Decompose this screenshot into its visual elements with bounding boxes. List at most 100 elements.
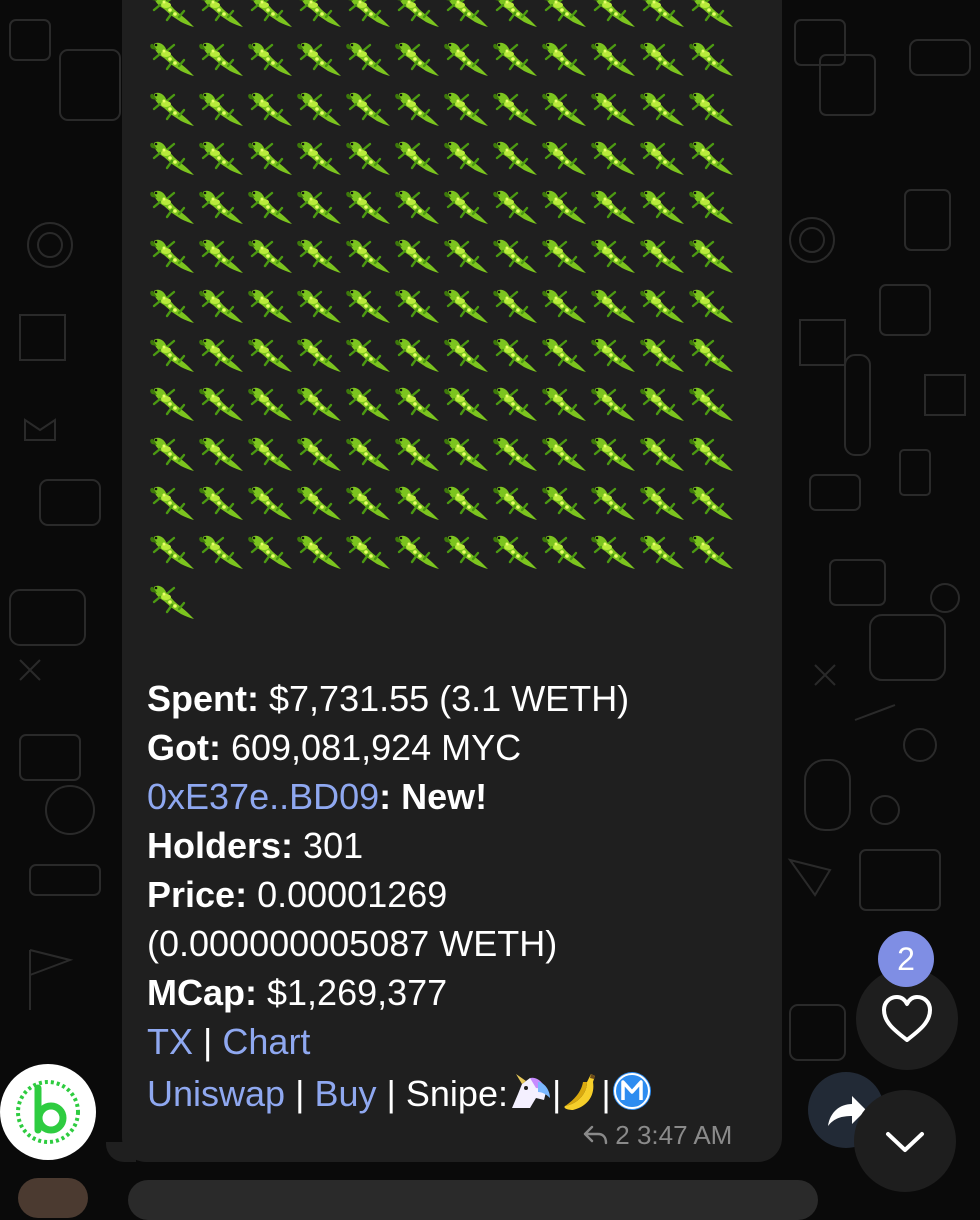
- holders-line: Holders: 301: [147, 825, 363, 867]
- lizard-emoji: [638, 337, 686, 374]
- lizard-emoji: [148, 140, 196, 176]
- price-line: Price: 0.00001269: [147, 874, 447, 916]
- holders-label: Holders:: [147, 825, 294, 866]
- lizard-emoji: [540, 239, 588, 275]
- lizard-emoji: [197, 0, 245, 28]
- lizard-emoji: [540, 288, 588, 324]
- lizard-emoji: [687, 386, 735, 423]
- lizard-emoji: [197, 337, 245, 374]
- replies-count: 2: [615, 1120, 630, 1150]
- links-line: TX | Chart: [147, 1021, 310, 1063]
- lizard-emoji: [148, 41, 196, 78]
- lizard-emoji: [393, 337, 441, 374]
- mcap-value: $1,269,377: [267, 972, 448, 1013]
- unicorn-icon[interactable]: [508, 1074, 552, 1121]
- lizard-emoji: [687, 140, 735, 176]
- lizard-emoji: [442, 436, 490, 472]
- lizard-emoji: [638, 386, 686, 423]
- lizard-emoji: [148, 288, 196, 324]
- lizard-emoji: [246, 386, 294, 423]
- price-label: Price:: [147, 874, 248, 915]
- lizard-emoji: [344, 91, 392, 127]
- lizard-emoji: [344, 189, 392, 226]
- lizard-emoji: [246, 239, 294, 275]
- lizard-emoji: [687, 41, 735, 78]
- lizard-emoji: [197, 534, 245, 571]
- chart-link[interactable]: Chart: [222, 1021, 310, 1062]
- lizard-emoji: [589, 485, 637, 521]
- lizard-emoji: [344, 534, 392, 571]
- lizard-emoji: [295, 534, 343, 571]
- lizard-emoji: [246, 189, 294, 226]
- lizard-emoji: [491, 0, 539, 28]
- snipe-label: Snipe:: [405, 1073, 508, 1114]
- lizard-emoji: [246, 288, 294, 324]
- lizard-emoji: [687, 0, 735, 28]
- lizard-emoji: [295, 239, 343, 275]
- lizard-emoji: [638, 534, 686, 571]
- bottom-message-partial: [128, 1180, 818, 1220]
- lizard-emoji: [393, 41, 441, 78]
- spent-label: Spent:: [147, 678, 259, 719]
- lizard-emoji: [540, 337, 588, 374]
- lizard-emoji: [246, 485, 294, 521]
- sender-avatar[interactable]: [0, 1064, 96, 1160]
- lizard-emoji: [638, 189, 686, 226]
- mcap-label: MCap:: [147, 972, 257, 1013]
- lizard-emoji: [491, 337, 539, 374]
- link-separator: |: [386, 1073, 396, 1114]
- lizard-emoji: [687, 337, 735, 374]
- lizard-emoji: [148, 91, 196, 127]
- buy-link[interactable]: Buy: [314, 1073, 376, 1114]
- lizard-emoji: [540, 386, 588, 423]
- lizard-emoji: [442, 189, 490, 226]
- lizard-emoji: [589, 91, 637, 127]
- lizard-emoji: [197, 91, 245, 127]
- lizard-emoji: [442, 534, 490, 571]
- lizard-emoji: [638, 91, 686, 127]
- lizard-emoji: [246, 41, 294, 78]
- message-meta: 2 3:47 AM: [582, 1120, 732, 1151]
- lizard-emoji: [148, 0, 196, 28]
- trade-links-line: Uniswap | Buy | Snipe: | |: [147, 1070, 653, 1121]
- lizard-emoji: [148, 485, 196, 521]
- lizard-emoji: [246, 0, 294, 28]
- mcap-line: MCap: $1,269,377: [147, 972, 447, 1014]
- lizard-emoji: [295, 91, 343, 127]
- lizard-emoji: [589, 534, 637, 571]
- lizard-emoji: [687, 288, 735, 324]
- lizard-emoji: [687, 436, 735, 472]
- link-separator: |: [295, 1073, 305, 1114]
- lizard-emoji: [197, 239, 245, 275]
- lizard-emoji: [393, 534, 441, 571]
- scroll-down-button[interactable]: [854, 1090, 956, 1192]
- uniswap-link[interactable]: Uniswap: [147, 1073, 285, 1114]
- spent-line: Spent: $7,731.55 (3.1 WETH): [147, 678, 629, 720]
- reaction-count-badge[interactable]: 2: [878, 931, 934, 987]
- lizard-emoji: [589, 436, 637, 472]
- lizard-emoji: [344, 140, 392, 176]
- lizard-emoji: [246, 337, 294, 374]
- lizard-emoji: [393, 436, 441, 472]
- lizard-emoji: [246, 436, 294, 472]
- address-line: 0xE37e..BD09: New!: [147, 776, 487, 818]
- link-separator: |: [551, 1073, 562, 1114]
- address-link[interactable]: 0xE37e..BD09: [147, 776, 379, 817]
- lizard-emoji: [638, 288, 686, 324]
- m-circle-icon[interactable]: [611, 1070, 653, 1121]
- lizard-emoji: [638, 239, 686, 275]
- lizard-emoji: [589, 0, 637, 28]
- lizard-emoji: [687, 485, 735, 521]
- banana-icon[interactable]: [561, 1072, 601, 1121]
- lizard-emoji: [540, 91, 588, 127]
- tx-link[interactable]: TX: [147, 1021, 193, 1062]
- lizard-emoji: [589, 386, 637, 423]
- bottom-avatar-partial[interactable]: [18, 1178, 88, 1218]
- lizard-emoji: [148, 337, 196, 374]
- got-value: 609,081,924 MYC: [230, 727, 522, 768]
- lizard-emoji: [442, 0, 490, 28]
- link-separator: |: [601, 1073, 611, 1114]
- lizard-emoji: [491, 485, 539, 521]
- lizard-emoji: [589, 189, 637, 226]
- lizard-emoji: [295, 288, 343, 324]
